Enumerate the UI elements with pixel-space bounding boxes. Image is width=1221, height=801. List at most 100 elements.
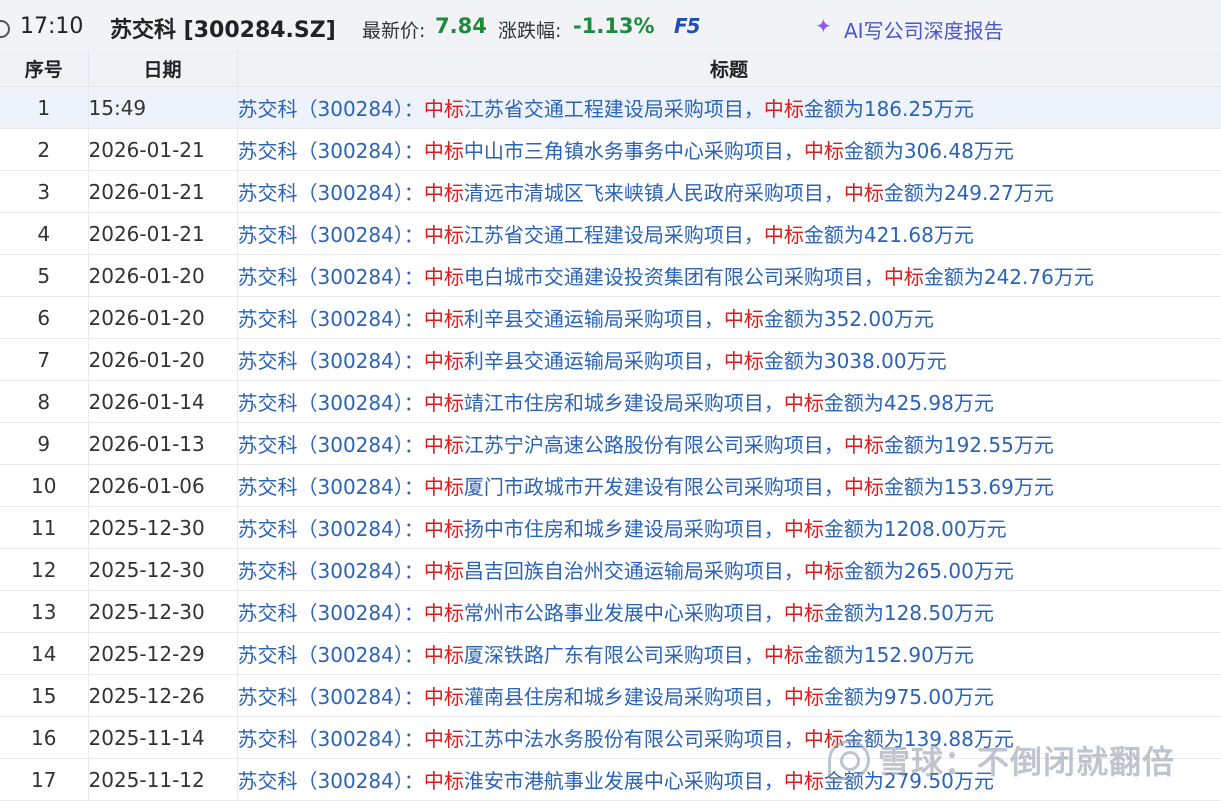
row-title-link[interactable]: 苏交科（300284）：中标扬中市住房和城乡建设局采购项目，中标金额为1208.… bbox=[237, 506, 1221, 549]
row-title-link[interactable]: 苏交科（300284）：中标江苏省交通工程建设局采购项目，中标金额为421.68… bbox=[237, 212, 1221, 255]
title-keyword: 中标 bbox=[423, 265, 464, 289]
clock-time: 17:10 bbox=[20, 14, 84, 39]
row-date: 2026-01-20 bbox=[88, 338, 238, 381]
row-title-link[interactable]: 苏交科（300284）：中标灌南县住房和城乡建设局采购项目，中标金额为975.0… bbox=[237, 674, 1221, 717]
title-amount: 金额为306.48万元 bbox=[843, 139, 1014, 163]
row-date: 2026-01-06 bbox=[88, 464, 238, 507]
title-project: 厦门市政城市开发建设有限公司采购项目， bbox=[463, 475, 844, 499]
row-title-link[interactable]: 苏交科（300284）：中标江苏省交通工程建设局采购项目，中标金额为186.25… bbox=[237, 86, 1221, 129]
title-amount: 金额为152.90万元 bbox=[803, 643, 974, 667]
title-company: 苏交科（300284）： bbox=[237, 517, 424, 541]
row-date: 2026-01-13 bbox=[88, 422, 238, 465]
title-project: 江苏省交通工程建设局采购项目， bbox=[463, 223, 764, 247]
title-keyword: 中标 bbox=[723, 349, 764, 373]
title-amount: 金额为425.98万元 bbox=[823, 391, 994, 415]
row-index: 15 bbox=[0, 674, 89, 717]
row-date: 2026-01-21 bbox=[88, 128, 238, 171]
row-index: 14 bbox=[0, 632, 89, 675]
row-title-link[interactable]: 苏交科（300284）：中标厦门市政城市开发建设有限公司采购项目，中标金额为15… bbox=[237, 464, 1221, 507]
title-keyword: 中标 bbox=[783, 517, 824, 541]
table-row[interactable]: 7 2026-01-20 苏交科（300284）：中标利辛县交通运输局采购项目，中标… bbox=[0, 338, 1221, 381]
table-row[interactable]: 3 2026-01-21 苏交科（300284）：中标清远市清城区飞来峡镇人民政府采… bbox=[0, 170, 1221, 213]
row-index: 16 bbox=[0, 716, 89, 759]
row-date: 2026-01-21 bbox=[88, 212, 238, 255]
row-title-link[interactable]: 苏交科（300284）：中标厦深铁路广东有限公司采购项目，中标金额为152.90… bbox=[237, 632, 1221, 675]
table-row[interactable]: 10 2026-01-06 苏交科（300284）：中标厦门市政城市开发建设有限公司… bbox=[0, 464, 1221, 507]
table-row[interactable]: 12 2025-12-30 苏交科（300284）：中标昌吉回族自治州交通运输局采购… bbox=[0, 548, 1221, 591]
title-company: 苏交科（300284）： bbox=[237, 265, 424, 289]
title-company: 苏交科（300284）： bbox=[237, 727, 424, 751]
title-project: 江苏中法水务股份有限公司采购项目， bbox=[463, 727, 804, 751]
table-row[interactable]: 9 2026-01-13 苏交科（300284）：中标江苏宁沪高速公路股份有限公司采… bbox=[0, 422, 1221, 465]
title-amount: 金额为352.00万元 bbox=[763, 307, 934, 331]
title-amount: 金额为421.68万元 bbox=[803, 223, 974, 247]
table-row[interactable]: 8 2026-01-14 苏交科（300284）：中标靖江市住房和城乡建设局采购项目… bbox=[0, 380, 1221, 423]
column-header-index[interactable]: 序号 bbox=[0, 50, 89, 87]
row-title-link[interactable]: 苏交科（300284）：中标淮安市港航事业发展中心采购项目，中标金额为279.5… bbox=[237, 758, 1221, 801]
title-keyword: 中标 bbox=[723, 307, 764, 331]
row-index: 9 bbox=[0, 422, 89, 465]
row-title-link[interactable]: 苏交科（300284）：中标电白城市交通建设投资集团有限公司采购项目，中标金额为… bbox=[237, 254, 1221, 297]
row-index: 2 bbox=[0, 128, 89, 171]
title-amount: 金额为153.69万元 bbox=[883, 475, 1054, 499]
row-index: 13 bbox=[0, 590, 89, 633]
title-project: 利辛县交通运输局采购项目， bbox=[463, 349, 724, 373]
row-title-link[interactable]: 苏交科（300284）：中标江苏中法水务股份有限公司采购项目，中标金额为139.… bbox=[237, 716, 1221, 759]
title-amount: 金额为279.50万元 bbox=[823, 769, 994, 793]
title-project: 昌吉回族自治州交通运输局采购项目， bbox=[463, 559, 804, 583]
table-row[interactable]: 11 2025-12-30 苏交科（300284）：中标扬中市住房和城乡建设局采购项… bbox=[0, 506, 1221, 549]
title-amount: 金额为975.00万元 bbox=[823, 685, 994, 709]
row-title-link[interactable]: 苏交科（300284）：中标常州市公路事业发展中心采购项目，中标金额为128.5… bbox=[237, 590, 1221, 633]
row-date: 15:49 bbox=[88, 86, 238, 129]
title-keyword: 中标 bbox=[423, 643, 464, 667]
table-row[interactable]: 15 2025-12-26 苏交科（300284）：中标灌南县住房和城乡建设局采购项… bbox=[0, 674, 1221, 717]
table-row[interactable]: 2 2026-01-21 苏交科（300284）：中标中山市三角镇水务事务中心采购项… bbox=[0, 128, 1221, 171]
title-project: 靖江市住房和城乡建设局采购项目， bbox=[463, 391, 784, 415]
title-keyword: 中标 bbox=[423, 559, 464, 583]
title-keyword: 中标 bbox=[423, 727, 464, 751]
title-company: 苏交科（300284）： bbox=[237, 433, 424, 457]
ai-report-button[interactable]: AI写公司深度报告 bbox=[844, 15, 1004, 44]
title-company: 苏交科（300284）： bbox=[237, 643, 424, 667]
title-project: 利辛县交通运输局采购项目， bbox=[463, 307, 724, 331]
title-amount: 金额为186.25万元 bbox=[803, 97, 974, 121]
title-keyword: 中标 bbox=[423, 475, 464, 499]
row-title-link[interactable]: 苏交科（300284）：中标中山市三角镇水务事务中心采购项目，中标金额为306.… bbox=[237, 128, 1221, 171]
stock-name[interactable]: 苏交科 [300284.SZ] bbox=[110, 12, 336, 44]
row-index: 6 bbox=[0, 296, 89, 339]
title-keyword: 中标 bbox=[803, 559, 844, 583]
row-title-link[interactable]: 苏交科（300284）：中标江苏宁沪高速公路股份有限公司采购项目，中标金额为19… bbox=[237, 422, 1221, 465]
f5-button[interactable]: F5 bbox=[674, 14, 701, 38]
price-value: 7.84 bbox=[435, 14, 487, 38]
table-row[interactable]: 13 2025-12-30 苏交科（300284）：中标常州市公路事业发展中心采购项… bbox=[0, 590, 1221, 633]
title-keyword: 中标 bbox=[783, 391, 824, 415]
table-row[interactable]: 6 2026-01-20 苏交科（300284）：中标利辛县交通运输局采购项目，中标… bbox=[0, 296, 1221, 339]
row-date: 2025-11-12 bbox=[88, 758, 238, 801]
table-row[interactable]: 5 2026-01-20 苏交科（300284）：中标电白城市交通建设投资集团有限公… bbox=[0, 254, 1221, 297]
row-title-link[interactable]: 苏交科（300284）：中标昌吉回族自治州交通运输局采购项目，中标金额为265.… bbox=[237, 548, 1221, 591]
row-title-link[interactable]: 苏交科（300284）：中标靖江市住房和城乡建设局采购项目，中标金额为425.9… bbox=[237, 380, 1221, 423]
change-label: 涨跌幅: bbox=[498, 20, 562, 42]
row-title-link[interactable]: 苏交科（300284）：中标清远市清城区飞来峡镇人民政府采购项目，中标金额为24… bbox=[237, 170, 1221, 213]
row-index: 7 bbox=[0, 338, 89, 381]
row-title-link[interactable]: 苏交科（300284）：中标利辛县交通运输局采购项目，中标金额为3038.00万… bbox=[237, 338, 1221, 381]
table-row[interactable]: 16 2025-11-14 苏交科（300284）：中标江苏中法水务股份有限公司采购… bbox=[0, 716, 1221, 759]
title-company: 苏交科（300284）： bbox=[237, 769, 424, 793]
table-row[interactable]: 14 2025-12-29 苏交科（300284）：中标厦深铁路广东有限公司采购项目… bbox=[0, 632, 1221, 675]
table-row[interactable]: 1 15:49 苏交科（300284）：中标江苏省交通工程建设局采购项目，中标金额为… bbox=[0, 86, 1221, 129]
title-keyword: 中标 bbox=[423, 181, 464, 205]
column-header-title[interactable]: 标题 bbox=[237, 50, 1221, 87]
row-index: 8 bbox=[0, 380, 89, 423]
sparkle-icon[interactable]: ✦ bbox=[815, 14, 832, 38]
title-keyword: 中标 bbox=[423, 391, 464, 415]
column-header-date[interactable]: 日期 bbox=[88, 50, 238, 87]
title-keyword: 中标 bbox=[423, 685, 464, 709]
table-row[interactable]: 4 2026-01-21 苏交科（300284）：中标江苏省交通工程建设局采购项目，… bbox=[0, 212, 1221, 255]
title-keyword: 中标 bbox=[783, 685, 824, 709]
title-amount: 金额为128.50万元 bbox=[823, 601, 994, 625]
row-title-link[interactable]: 苏交科（300284）：中标利辛县交通运输局采购项目，中标金额为352.00万元 bbox=[237, 296, 1221, 339]
title-company: 苏交科（300284）： bbox=[237, 391, 424, 415]
title-company: 苏交科（300284）： bbox=[237, 97, 424, 121]
title-keyword: 中标 bbox=[423, 97, 464, 121]
table-row[interactable]: 17 2025-11-12 苏交科（300284）：中标淮安市港航事业发展中心采购项… bbox=[0, 758, 1221, 801]
